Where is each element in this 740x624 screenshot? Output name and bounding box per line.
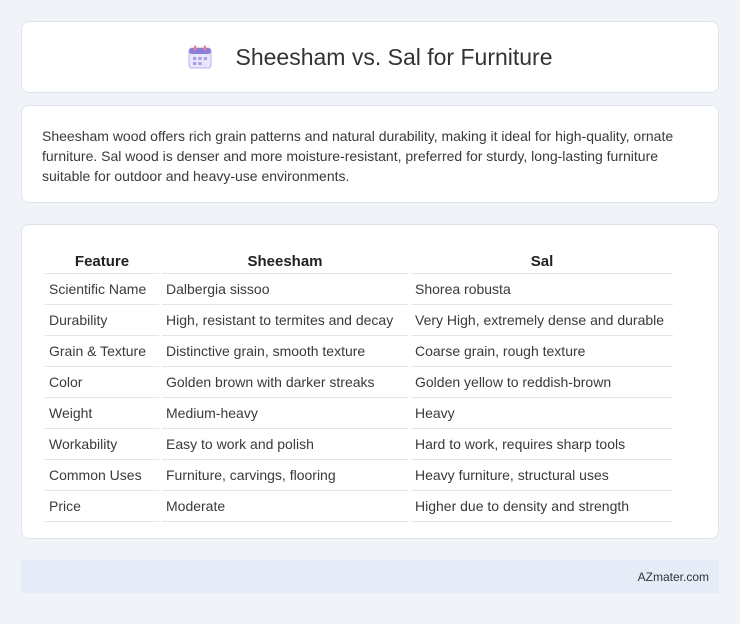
table-row: Weight Medium-heavy Heavy bbox=[45, 398, 673, 429]
table-cell-sal: Heavy bbox=[411, 398, 673, 429]
table-cell-sal: Higher due to density and strength bbox=[411, 491, 673, 522]
table-cell-sheesham: Golden brown with darker streaks bbox=[162, 367, 408, 398]
calendar-icon bbox=[188, 45, 212, 69]
comparison-table: Feature Sheesham Sal Scientific Name Dal… bbox=[42, 245, 676, 522]
column-header-sal: Sal bbox=[411, 245, 673, 274]
table-cell-feature: Color bbox=[45, 367, 159, 398]
page-title: Sheesham vs. Sal for Furniture bbox=[235, 43, 553, 70]
table-header-row: Feature Sheesham Sal bbox=[45, 245, 673, 274]
table-cell-sal: Very High, extremely dense and durable bbox=[411, 305, 673, 336]
table-row: Price Moderate Higher due to density and… bbox=[45, 491, 673, 522]
table-cell-feature: Workability bbox=[45, 429, 159, 460]
table-cell-feature: Weight bbox=[45, 398, 159, 429]
title-card: Sheesham vs. Sal for Furniture bbox=[21, 21, 719, 93]
comparison-card: Feature Sheesham Sal Scientific Name Dal… bbox=[21, 224, 719, 539]
table-cell-sheesham: Moderate bbox=[162, 491, 408, 522]
table-row: Workability Easy to work and polish Hard… bbox=[45, 429, 673, 460]
table-row: Durability High, resistant to termites a… bbox=[45, 305, 673, 336]
table-cell-sal: Golden yellow to reddish-brown bbox=[411, 367, 673, 398]
table-cell-feature: Scientific Name bbox=[45, 274, 159, 305]
table-cell-sheesham: Distinctive grain, smooth texture bbox=[162, 336, 408, 367]
table-cell-sal: Heavy furniture, structural uses bbox=[411, 460, 673, 491]
table-row: Scientific Name Dalbergia sissoo Shorea … bbox=[45, 274, 673, 305]
table-cell-feature: Durability bbox=[45, 305, 159, 336]
table-cell-feature: Common Uses bbox=[45, 460, 159, 491]
table-cell-feature: Price bbox=[45, 491, 159, 522]
table-row: Color Golden brown with darker streaks G… bbox=[45, 367, 673, 398]
footer: AZmater.com bbox=[21, 560, 719, 593]
table-cell-sal: Shorea robusta bbox=[411, 274, 673, 305]
table-row: Common Uses Furniture, carvings, floorin… bbox=[45, 460, 673, 491]
column-header-sheesham: Sheesham bbox=[162, 245, 408, 274]
table-cell-sal: Hard to work, requires sharp tools bbox=[411, 429, 673, 460]
table-cell-sheesham: Furniture, carvings, flooring bbox=[162, 460, 408, 491]
table-row: Grain & Texture Distinctive grain, smoot… bbox=[45, 336, 673, 367]
description-text: Sheesham wood offers rich grain patterns… bbox=[42, 128, 674, 184]
table-cell-sheesham: Dalbergia sissoo bbox=[162, 274, 408, 305]
table-cell-sheesham: Medium-heavy bbox=[162, 398, 408, 429]
column-header-feature: Feature bbox=[45, 245, 159, 274]
table-cell-sheesham: Easy to work and polish bbox=[162, 429, 408, 460]
table-cell-feature: Grain & Texture bbox=[45, 336, 159, 367]
table-cell-sal: Coarse grain, rough texture bbox=[411, 336, 673, 367]
table-cell-sheesham: High, resistant to termites and decay bbox=[162, 305, 408, 336]
description-card: Sheesham wood offers rich grain patterns… bbox=[21, 105, 719, 203]
footer-brand[interactable]: AZmater.com bbox=[638, 570, 709, 584]
